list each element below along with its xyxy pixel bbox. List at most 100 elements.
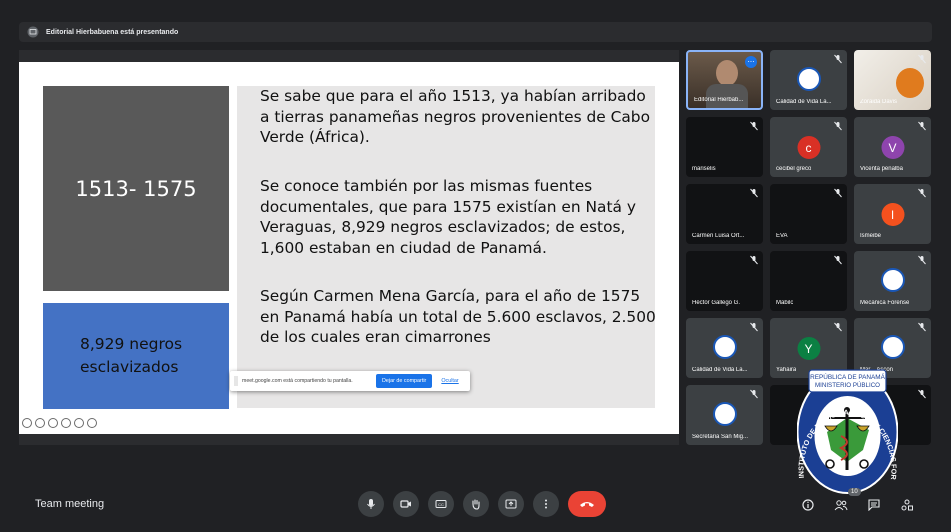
screen-share-bar: meet.google.com está compartiendo tu pan… [230, 371, 470, 391]
muted-mic-icon [834, 255, 842, 265]
meeting-details-button[interactable] [798, 495, 818, 515]
info-icon [802, 499, 814, 511]
slide-paragraph-1: Se sabe que para el año 1513, ya habían … [260, 87, 650, 146]
people-icon [834, 500, 848, 511]
slide-search-icon[interactable] [74, 418, 84, 428]
slide-pen-icon[interactable] [48, 418, 58, 428]
side-controls [798, 495, 917, 515]
seal-top-text-1: REPÚBLICA DE PANAMÁ [810, 372, 886, 381]
participant-tile[interactable]: Calidad de Vida La... [770, 50, 847, 110]
share-message: meet.google.com está compartiendo tu pan… [242, 378, 353, 384]
raise-hand-icon [472, 499, 480, 510]
slide-prev-icon[interactable] [22, 418, 32, 428]
present-button[interactable] [498, 491, 524, 517]
participant-logo-icon [881, 268, 905, 292]
participant-tile[interactable]: EVA [770, 184, 847, 244]
presenting-banner: Editorial Hierbabuena está presentando [19, 22, 932, 42]
raise-hand-button[interactable] [463, 491, 489, 517]
call-controls: CC [358, 491, 606, 517]
present-icon [505, 499, 517, 509]
muted-mic-icon [834, 188, 842, 198]
participant-tile[interactable]: Zoraida Davis [854, 50, 931, 110]
present-screen-icon [27, 26, 39, 38]
participant-tile[interactable]: ⋯ Editorial Hierbab... [686, 50, 763, 110]
participant-video [716, 60, 738, 86]
participant-name: Zoraida Davis [860, 99, 898, 105]
more-options-button[interactable] [533, 491, 559, 517]
presentation-stage: 1513- 1575 8,929 negros esclavizados Se … [19, 50, 679, 445]
participant-tile[interactable]: Secretaria San Mig... [686, 385, 763, 445]
participant-logo-icon [797, 67, 821, 91]
participant-name: Mecanica Forense [860, 300, 910, 306]
participant-tile[interactable]: Mabilc [770, 251, 847, 311]
participant-tile[interactable]: Mecanica Forense [854, 251, 931, 311]
participant-tile[interactable]: c cecibel greco [770, 117, 847, 177]
muted-mic-icon [918, 188, 926, 198]
end-call-icon [580, 502, 594, 507]
participant-tile[interactable]: Carmen Luisa Ort... [686, 184, 763, 244]
slide-zoom-icon[interactable] [61, 418, 71, 428]
slide-paragraph-2: Se conoce también por las mismas fuentes… [260, 177, 636, 257]
participant-avatar: I [881, 203, 904, 226]
slide-date-text: 1513- 1575 [75, 176, 197, 201]
chat-button[interactable] [864, 495, 884, 515]
muted-mic-icon [750, 255, 758, 265]
muted-mic-icon [834, 322, 842, 332]
participant-tile[interactable]: Calidad de Vida La... [686, 318, 763, 378]
participant-name: Yahaira [776, 367, 797, 373]
participant-name: cecibel greco [776, 166, 812, 172]
slide-paragraph-3: Según Carmen Mena García, para el año de… [260, 287, 656, 346]
captions-button[interactable]: CC [428, 491, 454, 517]
participant-video-body [706, 84, 748, 108]
participant-name: mariselis [692, 166, 716, 172]
slide-count-box: 8,929 negros esclavizados [43, 303, 229, 409]
participant-tile[interactable]: mariselis [686, 117, 763, 177]
participant-count-badge: 10 [848, 488, 861, 496]
slide-controls [22, 418, 97, 428]
participant-avatar: Y [797, 337, 820, 360]
participant-video [896, 68, 924, 98]
participant-name: Calidad de Vida La... [776, 99, 832, 105]
stop-sharing-button[interactable]: Dejar de compartir [376, 374, 433, 388]
meeting-name: Team meeting [35, 498, 105, 510]
participant-logo-icon [713, 335, 737, 359]
svg-text:CC: CC [438, 502, 444, 507]
institute-seal-logo: REPÚBLICA DE PANAMÁ MINISTERIO PÚBLICO I… [797, 366, 898, 494]
slide: 1513- 1575 8,929 negros esclavizados Se … [19, 62, 679, 434]
mic-button[interactable] [358, 491, 384, 517]
chat-icon [868, 499, 880, 511]
muted-mic-icon [750, 121, 758, 131]
muted-mic-icon [918, 255, 926, 265]
muted-mic-icon [918, 121, 926, 131]
people-button[interactable] [831, 495, 851, 515]
muted-mic-icon [918, 322, 926, 332]
muted-mic-icon [750, 188, 758, 198]
muted-mic-icon [750, 322, 758, 332]
activities-button[interactable] [897, 495, 917, 515]
more-options-icon [545, 499, 547, 509]
slide-more-icon[interactable] [87, 418, 97, 428]
participant-tile[interactable]: I Ismeibe [854, 184, 931, 244]
activities-icon [901, 499, 913, 511]
participant-name: Mabilc [776, 300, 794, 306]
slide-next-icon[interactable] [35, 418, 45, 428]
participant-name: Calidad de Vida La... [692, 367, 748, 373]
slide-date-box: 1513- 1575 [43, 86, 229, 291]
tile-more-options-icon[interactable]: ⋯ [745, 56, 757, 68]
seal-top-text-2: MINISTERIO PÚBLICO [815, 382, 880, 389]
slide-text-panel: Se sabe que para el año 1513, ya habían … [237, 86, 656, 408]
bottom-bar: Team meeting CC 10 [0, 488, 951, 532]
hide-share-bar-link[interactable]: Ocultar [441, 378, 458, 384]
muted-mic-icon [750, 389, 758, 399]
participant-tile[interactable]: Héctor Gallego G. [686, 251, 763, 311]
participant-name: Vicenta peñalba [860, 166, 903, 172]
participant-name: EVA [776, 233, 788, 239]
participant-tile[interactable]: V Vicenta peñalba [854, 117, 931, 177]
drag-handle-icon[interactable] [234, 376, 238, 386]
participant-name: Editorial Hierbab... [694, 97, 744, 103]
end-call-button[interactable] [568, 491, 606, 517]
muted-mic-icon [918, 389, 926, 399]
camera-button[interactable] [393, 491, 419, 517]
participant-name: Carmen Luisa Ort... [692, 233, 745, 239]
participant-avatar: V [881, 136, 904, 159]
